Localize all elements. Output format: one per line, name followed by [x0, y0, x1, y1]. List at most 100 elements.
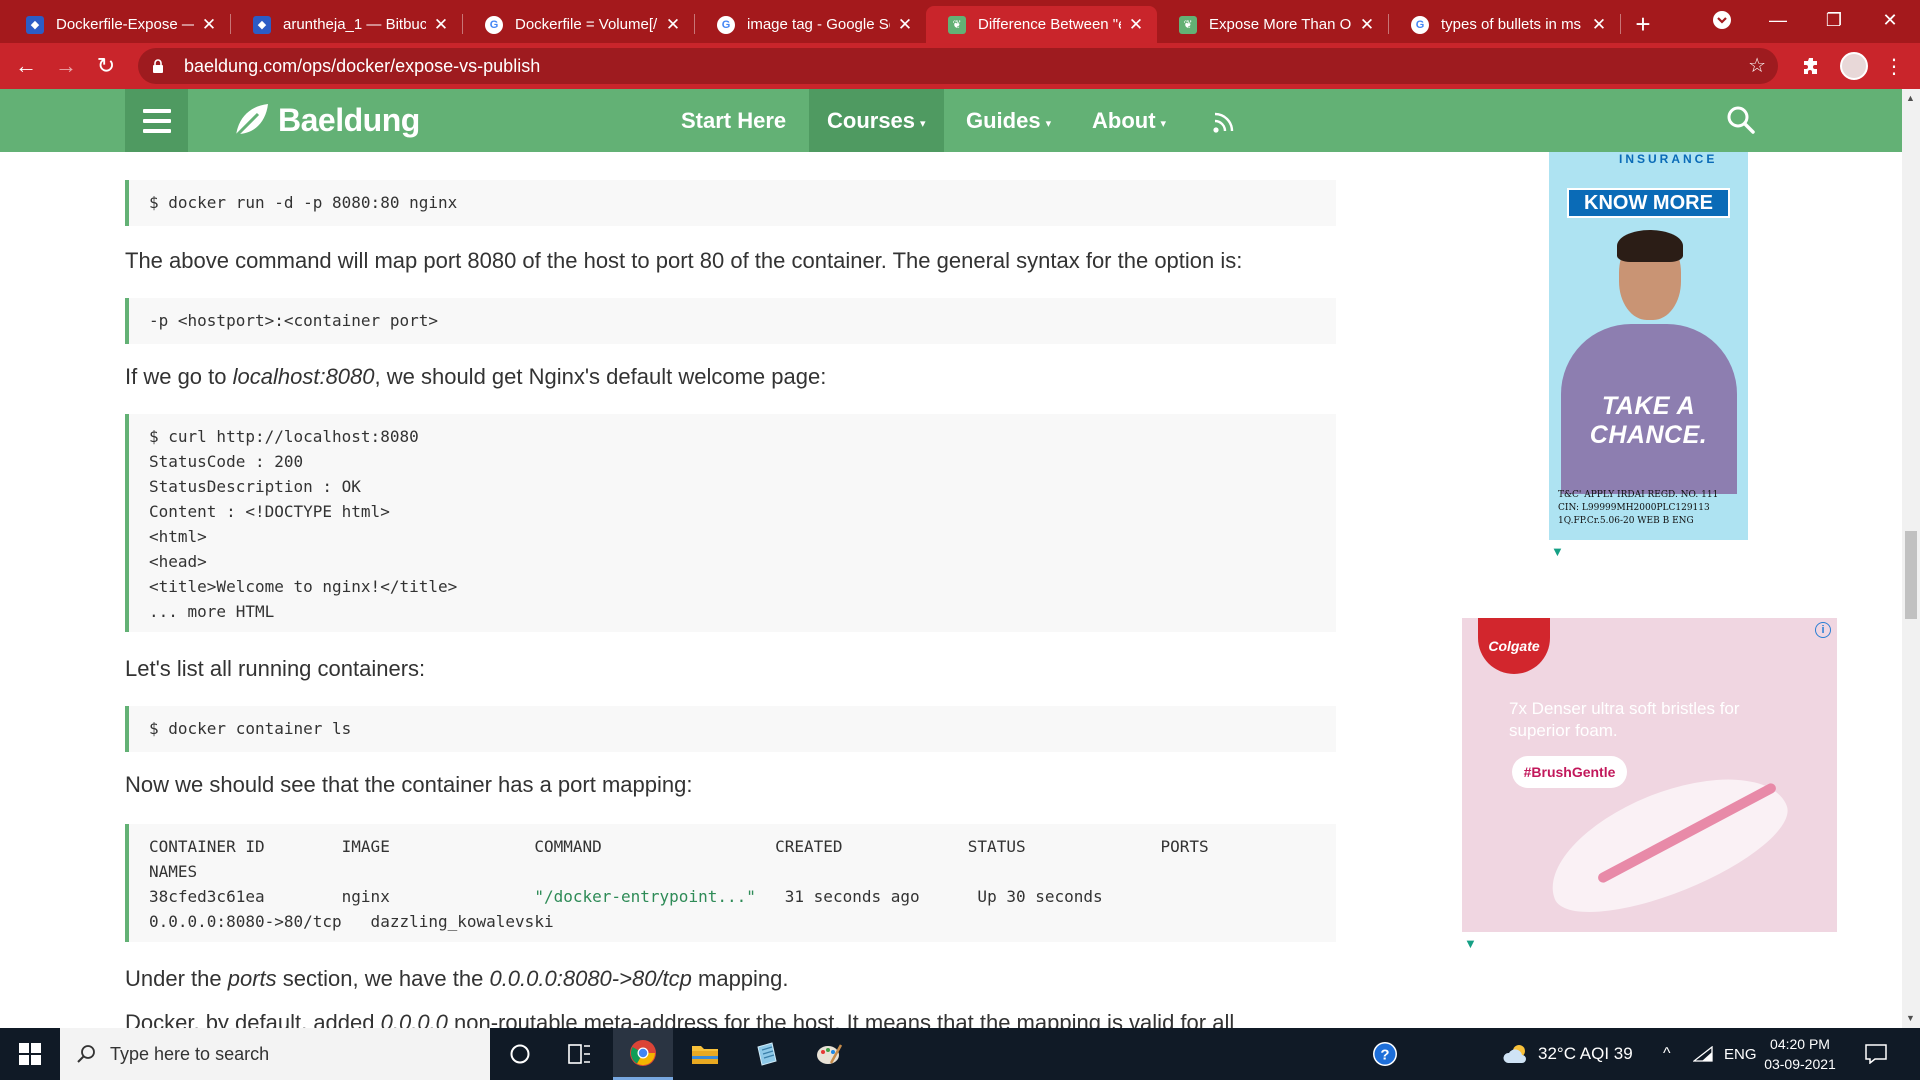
chrome-taskbar-icon[interactable]: [613, 1028, 673, 1080]
task-view-icon[interactable]: [550, 1028, 610, 1080]
paragraph: The above command will map port 8080 of …: [125, 248, 1243, 273]
tab-search-icon[interactable]: [1694, 0, 1750, 40]
hamburger-menu-icon[interactable]: [125, 89, 188, 152]
know-more-button[interactable]: KNOW MORE: [1567, 188, 1730, 218]
inline-emphasis: ports: [227, 966, 277, 991]
ad-fine-print: T&C' APPLY IRDAI REGD. NO. 111 CIN: L999…: [1558, 490, 1719, 526]
inline-emphasis: 0.0.0.0: [380, 1010, 448, 1028]
taskbar-search-box[interactable]: Type here to search: [60, 1028, 490, 1080]
nav-about[interactable]: About ▾: [1074, 89, 1184, 152]
show-hidden-icons-icon[interactable]: ^: [1663, 1028, 1671, 1080]
browser-tab[interactable]: G types of bullets in ms ✕: [1389, 6, 1620, 43]
browser-tab[interactable]: ❦ Expose More Than One ✕: [1157, 6, 1388, 43]
caret-down-icon: ▾: [1045, 118, 1052, 130]
scroll-up-arrow-icon[interactable]: ▲: [1906, 93, 1915, 103]
adchoices-icon[interactable]: ▼: [1551, 544, 1564, 559]
notepad-app-icon[interactable]: [737, 1028, 797, 1080]
nav-start-here[interactable]: Start Here: [663, 89, 804, 152]
paragraph: Now we should see that the container has…: [125, 772, 693, 797]
bitbucket-icon: ◆: [26, 15, 44, 34]
svg-text:?: ?: [1380, 1047, 1389, 1064]
rss-icon[interactable]: [1194, 89, 1256, 152]
inline-emphasis: 0.0.0.0:8080->80/tcp: [489, 966, 692, 991]
windows-start-icon[interactable]: [0, 1028, 60, 1080]
browser-tab[interactable]: G image tag - Google Search ✕: [695, 6, 926, 43]
code-block: $ docker container ls: [125, 706, 1336, 752]
help-icon[interactable]: ?: [1355, 1028, 1415, 1080]
new-tab-button[interactable]: +: [1621, 6, 1665, 43]
paragraph: Under the ports section, we have the 0.0…: [125, 966, 789, 991]
reload-icon[interactable]: ↻: [86, 46, 126, 86]
leaf-icon: [234, 104, 268, 138]
colgate-ad[interactable]: Colgate i 7x Denser ultra soft bristles …: [1462, 618, 1837, 932]
code-block: $ curl http://localhost:8080 StatusCode :…: [125, 414, 1336, 632]
close-tab-icon[interactable]: ✕: [432, 15, 450, 35]
browser-tab[interactable]: ◆ Dockerfile-Expose — Bitbucket ✕: [0, 6, 230, 43]
scrollbar-thumb[interactable]: [1905, 531, 1917, 619]
back-icon[interactable]: ←: [6, 46, 46, 86]
google-icon: G: [717, 15, 735, 34]
browser-tab-strip: ◆ Dockerfile-Expose — Bitbucket ✕ ◆ arun…: [0, 0, 1920, 43]
paint-app-icon[interactable]: [799, 1028, 859, 1080]
close-tab-icon[interactable]: ✕: [1590, 15, 1608, 35]
code-block: $ docker run -d -p 8080:80 nginx: [125, 180, 1336, 226]
nav-courses[interactable]: Courses ▾: [809, 89, 944, 152]
restore-icon[interactable]: ❐: [1806, 0, 1862, 40]
cortana-icon[interactable]: [490, 1028, 550, 1080]
windows-taskbar: Type here to search ? 32°C AQI 39 ^ ENG …: [0, 1028, 1920, 1080]
url-text: baeldung.com/ops/docker/expose-vs-publis…: [184, 55, 541, 76]
minimize-icon[interactable]: —: [1750, 0, 1806, 40]
google-icon: G: [1411, 15, 1429, 34]
baeldung-icon: ❦: [1179, 15, 1197, 34]
caret-down-icon: ▾: [1160, 118, 1167, 130]
search-icon[interactable]: [1726, 105, 1756, 140]
site-logo[interactable]: Baeldung: [232, 99, 420, 141]
article-content: $ docker run -d -p 8080:80 nginx The abo…: [0, 152, 1902, 1028]
wifi-icon[interactable]: [1693, 1028, 1713, 1080]
bookmark-star-icon[interactable]: ☆: [1748, 53, 1766, 78]
scroll-down-arrow-icon[interactable]: ▼: [1906, 1013, 1915, 1023]
chrome-menu-icon[interactable]: ⋮: [1874, 43, 1914, 89]
colgate-logo: Colgate: [1478, 618, 1550, 674]
browser-tab[interactable]: ◆ aruntheja_1 — Bitbucket ✕: [231, 6, 462, 43]
paragraph: Let's list all running containers:: [125, 656, 426, 681]
inline-emphasis: localhost:8080: [232, 364, 375, 389]
ad-info-icon[interactable]: i: [1815, 622, 1831, 638]
page-scrollbar[interactable]: ▲ ▼: [1902, 89, 1920, 1028]
close-tab-icon[interactable]: ✕: [664, 15, 682, 35]
nav-guides[interactable]: Guides ▾: [948, 89, 1069, 152]
language-indicator[interactable]: ENG: [1724, 1028, 1757, 1080]
browser-tab[interactable]: G Dockerfile = Volume[/ ✕: [463, 6, 694, 43]
system-clock[interactable]: 04:20 PM 03-09-2021: [1755, 1034, 1845, 1074]
site-header: Baeldung Start Here Courses ▾ Guides ▾ Abo…: [0, 89, 1902, 152]
close-tab-icon[interactable]: ✕: [1127, 15, 1145, 35]
paragraph: If we go to localhost:8080, we should ge…: [125, 364, 827, 389]
code-block: CONTAINER ID IMAGE COMMAND CREATED STATU…: [125, 824, 1336, 942]
browser-tab-active[interactable]: ❦ Difference Between "expose" ✕: [926, 6, 1157, 43]
forward-icon[interactable]: →: [46, 46, 86, 86]
code-block: -p <hostport>:<container port>: [125, 298, 1336, 344]
extensions-icon[interactable]: [1792, 43, 1832, 89]
notifications-icon[interactable]: [1865, 1028, 1887, 1080]
search-icon: [77, 1045, 95, 1063]
bitbucket-icon: ◆: [253, 15, 271, 34]
caret-down-icon: ▾: [920, 118, 926, 130]
browser-toolbar: ← → ↻ baeldung.com/ops/docker/expose-vs-…: [0, 43, 1920, 89]
lock-icon: [153, 59, 163, 73]
google-icon: G: [485, 15, 503, 34]
brush-gentle-badge: #BrushGentle: [1512, 756, 1627, 788]
weather-widget[interactable]: 32°C AQI 39: [1502, 1028, 1633, 1080]
cloud-sun-icon: [1503, 1045, 1526, 1063]
file-explorer-icon[interactable]: [675, 1028, 735, 1080]
close-window-icon[interactable]: ✕: [1862, 0, 1918, 40]
close-tab-icon[interactable]: ✕: [200, 15, 218, 35]
profile-avatar[interactable]: [1834, 43, 1874, 89]
paragraph: Docker, by default, added 0.0.0.0 non-ro…: [125, 1010, 1336, 1028]
address-bar[interactable]: baeldung.com/ops/docker/expose-vs-publis…: [138, 48, 1778, 84]
baeldung-icon: ❦: [948, 15, 966, 34]
ad-model-hair: [1617, 230, 1683, 262]
insurance-ad[interactable]: INSURANCE KNOW MORE TAKE A CHANCE. T&C' …: [1549, 152, 1748, 540]
adchoices-icon[interactable]: ▼: [1464, 936, 1477, 951]
close-tab-icon[interactable]: ✕: [896, 15, 914, 35]
close-tab-icon[interactable]: ✕: [1358, 15, 1376, 35]
